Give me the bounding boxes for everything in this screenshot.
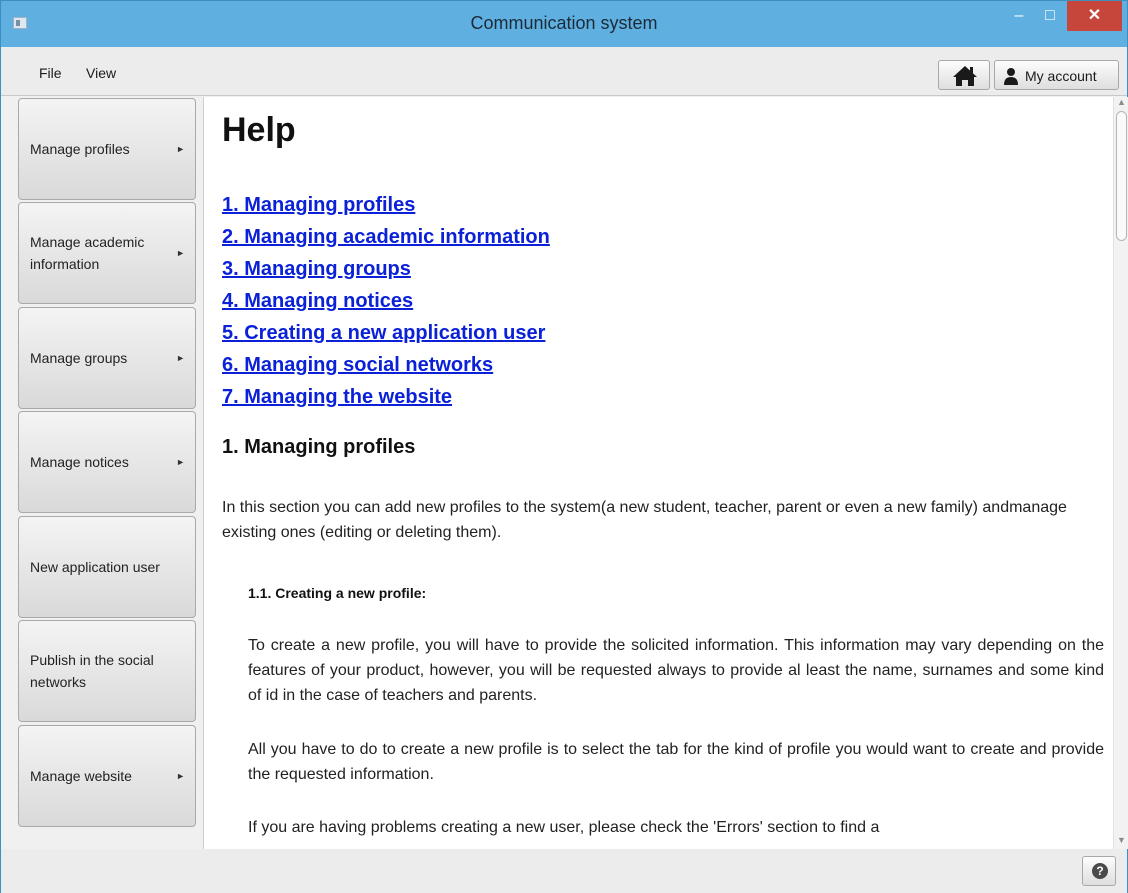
page-title: Help xyxy=(222,111,296,149)
minimize-button[interactable]: – xyxy=(1004,1,1034,31)
subsection-heading: 1.1. Creating a new profile: xyxy=(248,585,427,601)
sidebar-item-new-application-user[interactable]: New application user xyxy=(18,516,196,618)
toc-link-managing-website[interactable]: 7. Managing the website xyxy=(222,381,550,413)
help-paragraph: All you have to do to create a new profi… xyxy=(248,741,1104,783)
sidebar-item-label: Manage groups xyxy=(30,350,128,366)
help-button[interactable]: ? xyxy=(1082,856,1116,886)
submenu-arrow-icon: ► xyxy=(176,353,185,363)
maximize-button[interactable]: □ xyxy=(1034,1,1066,31)
sidebar-item-manage-website[interactable]: Manage website ► xyxy=(18,725,196,827)
help-paragraph: To create a new profile, you will have t… xyxy=(248,637,1104,704)
user-icon xyxy=(1004,68,1018,85)
toc-link-managing-profiles[interactable]: 1. Managing profiles xyxy=(222,189,550,221)
my-account-label: My account xyxy=(1025,68,1097,84)
home-icon xyxy=(953,66,977,86)
menu-view[interactable]: View xyxy=(86,65,116,81)
toc-link-managing-social-networks[interactable]: 6. Managing social networks xyxy=(222,349,550,381)
submenu-arrow-icon: ► xyxy=(176,248,185,258)
sidebar-item-label: Publish in the social networks xyxy=(30,652,154,690)
submenu-arrow-icon: ► xyxy=(176,771,185,781)
table-of-contents: 1. Managing profiles 2. Managing academi… xyxy=(222,189,550,413)
home-button[interactable] xyxy=(938,60,990,90)
sidebar-item-label: Manage academic information xyxy=(30,234,145,272)
help-content-pane[interactable]: Help 1. Managing profiles 2. Managing ac… xyxy=(203,97,1114,849)
help-paragraph: If you are having problems creating a ne… xyxy=(248,819,880,836)
sidebar-item-label: New application user xyxy=(30,559,160,575)
scroll-down-icon[interactable]: ▼ xyxy=(1117,835,1126,845)
menu-file[interactable]: File xyxy=(39,65,62,81)
sidebar-item-manage-groups[interactable]: Manage groups ► xyxy=(18,307,196,409)
scrollbar-thumb[interactable] xyxy=(1116,111,1127,241)
title-bar[interactable]: Communication system – □ ✕ xyxy=(1,1,1127,47)
toc-link-managing-academic-information[interactable]: 2. Managing academic information xyxy=(222,221,550,253)
my-account-button[interactable]: My account xyxy=(994,60,1119,90)
sidebar-item-publish-social-networks[interactable]: Publish in the social networks xyxy=(18,620,196,722)
status-bar xyxy=(1,849,1127,893)
toc-link-managing-groups[interactable]: 3. Managing groups xyxy=(222,253,550,285)
sidebar-item-label: Manage website xyxy=(30,768,132,784)
submenu-arrow-icon: ► xyxy=(176,457,185,467)
sidebar-item-manage-profiles[interactable]: Manage profiles ► xyxy=(18,98,196,200)
toc-link-creating-application-user[interactable]: 5. Creating a new application user xyxy=(222,317,550,349)
sidebar-item-manage-notices[interactable]: Manage notices ► xyxy=(18,411,196,513)
scroll-up-icon[interactable]: ▲ xyxy=(1117,97,1126,107)
question-icon: ? xyxy=(1092,863,1108,879)
window-title: Communication system xyxy=(470,13,658,33)
app-window: Communication system – □ ✕ File View My … xyxy=(0,0,1128,893)
vertical-scrollbar[interactable]: ▲ ▼ xyxy=(1113,97,1128,849)
sidebar-item-label: Manage profiles xyxy=(30,141,130,157)
close-button[interactable]: ✕ xyxy=(1067,1,1122,31)
sidebar-item-manage-academic-information[interactable]: Manage academic information ► xyxy=(18,202,196,304)
sidebar-item-label: Manage notices xyxy=(30,454,129,470)
submenu-arrow-icon: ► xyxy=(176,144,185,154)
section-intro-text: In this section you can add new profiles… xyxy=(222,499,1067,541)
section-heading: 1. Managing profiles xyxy=(222,436,416,458)
toc-link-managing-notices[interactable]: 4. Managing notices xyxy=(222,285,550,317)
